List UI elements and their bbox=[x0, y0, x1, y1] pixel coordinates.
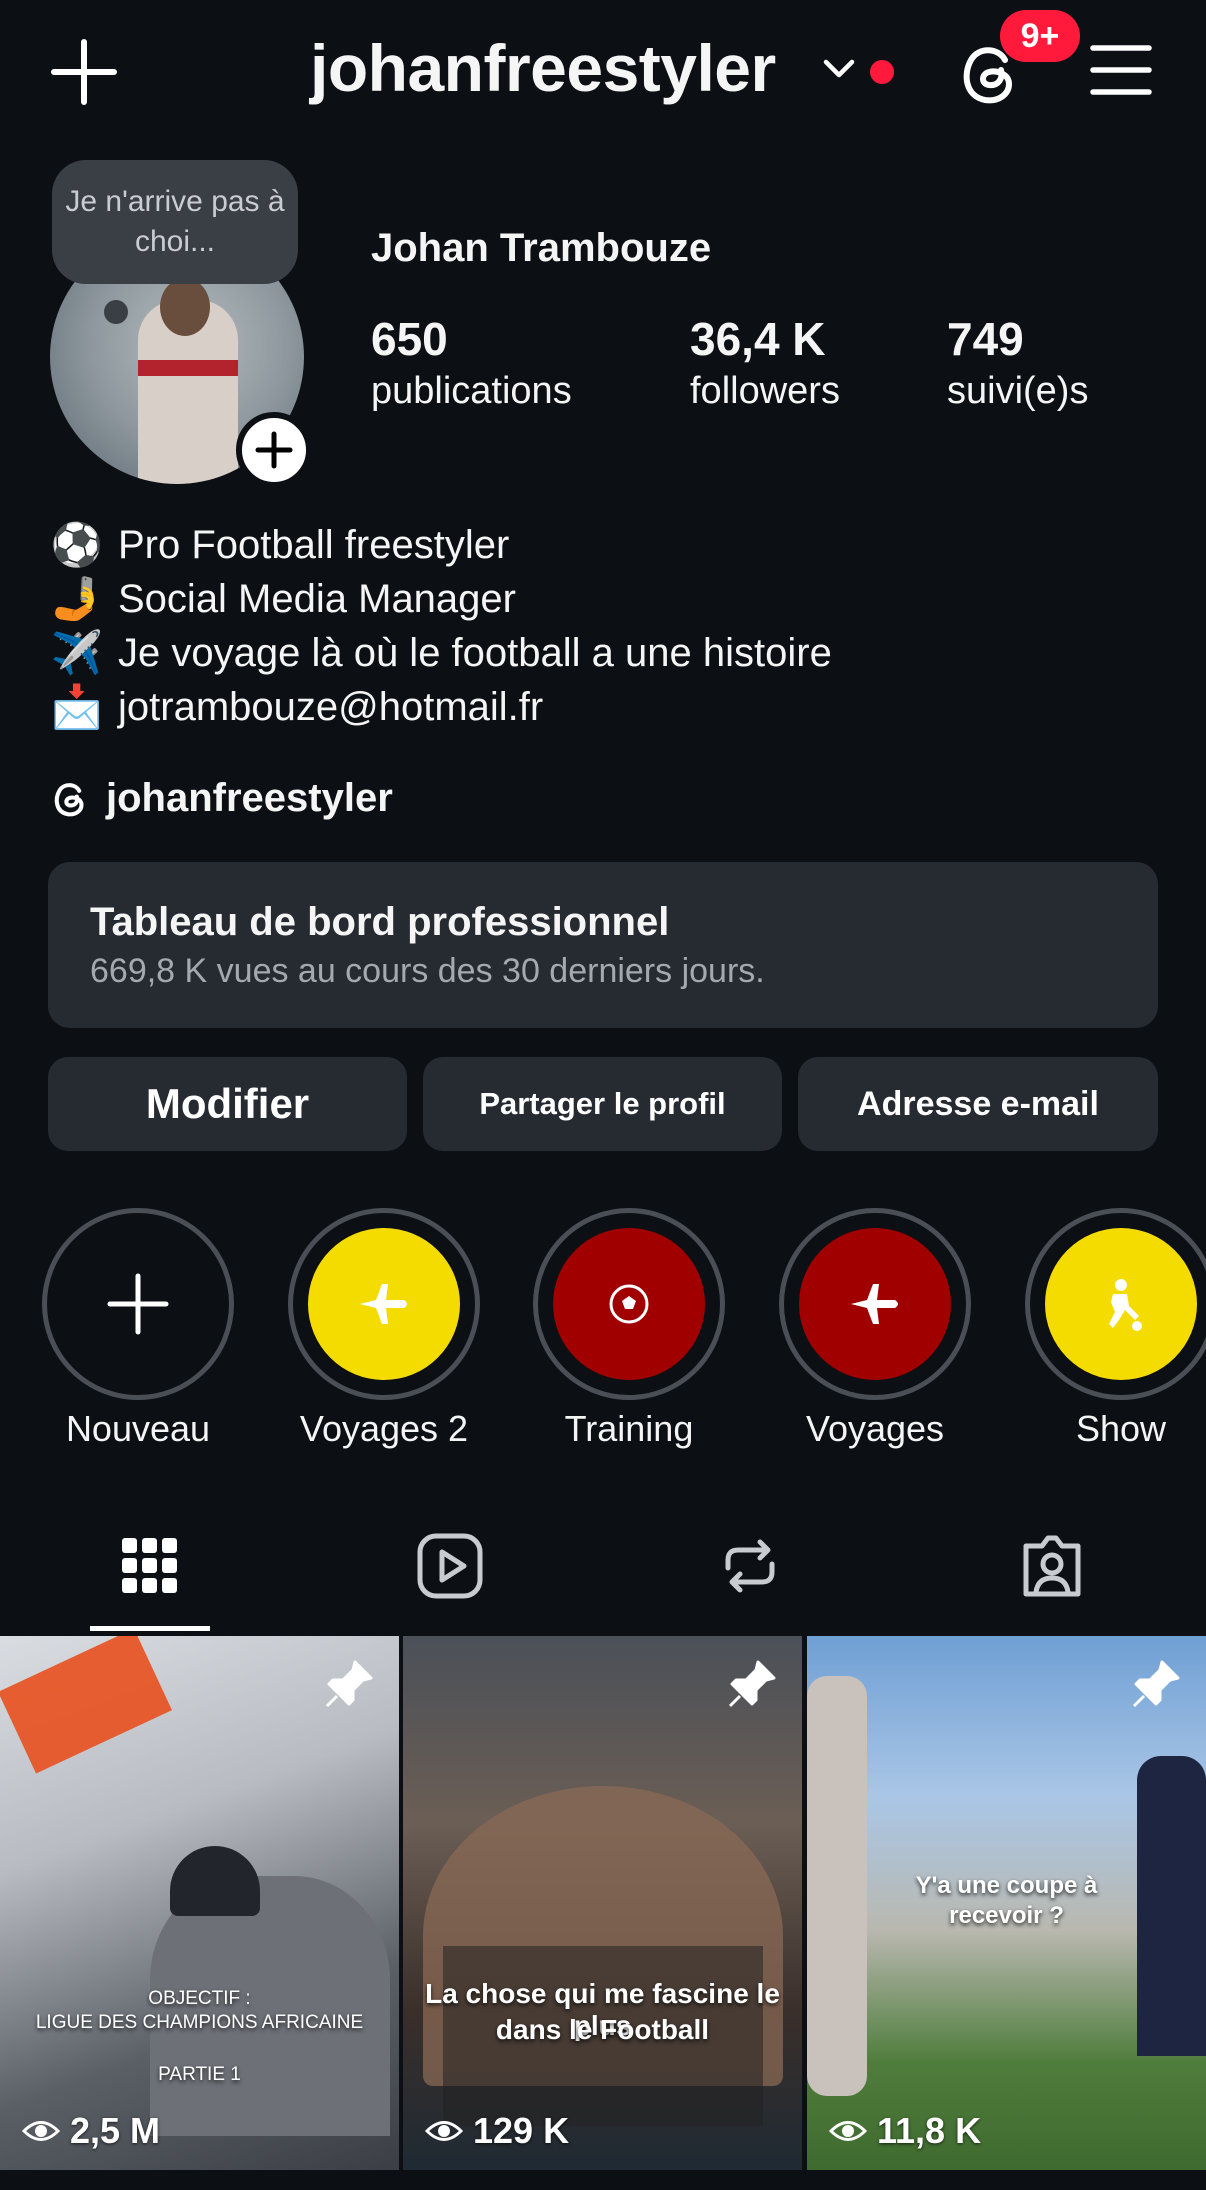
username-title[interactable]: johanfreestyler bbox=[310, 30, 776, 106]
view-count: 2,5 M bbox=[22, 2110, 160, 2152]
airplane-icon bbox=[360, 1284, 407, 1324]
highlight-label: Voyages bbox=[805, 1408, 945, 1449]
highlight-voyages-2[interactable] bbox=[288, 1208, 480, 1400]
post-thumbnail[interactable]: Y'a une coupe à recevoir ? 11,8 K bbox=[807, 1636, 1206, 2170]
highlight-label: Voyages 2 bbox=[299, 1408, 469, 1449]
notification-badge: 9+ bbox=[1000, 10, 1080, 62]
post-caption: OBJECTIF : bbox=[148, 1988, 251, 2009]
bio-text: Pro Football freestyler bbox=[118, 522, 510, 567]
threads-handle[interactable]: johanfreestyler bbox=[106, 776, 393, 821]
selfie-emoji-icon: 🤳 bbox=[50, 574, 104, 622]
post-caption: LIGUE DES CHAMPIONS AFRICAINE bbox=[35, 2012, 364, 2033]
stat-posts-count[interactable]: 650 bbox=[371, 312, 448, 366]
post-thumbnail[interactable]: OBJECTIF : LIGUE DES CHAMPIONS AFRICAINE… bbox=[0, 1636, 399, 2170]
eye-icon bbox=[829, 2121, 867, 2141]
dashboard-subtitle: 669,8 K vues au cours des 30 derniers jo… bbox=[90, 952, 765, 990]
highlight-label: Training bbox=[564, 1408, 694, 1449]
bio-line[interactable]: 📩 jotrambouze@hotmail.fr bbox=[50, 682, 543, 732]
stat-following-label[interactable]: suivi(e)s bbox=[947, 370, 1088, 413]
highlight-voyages[interactable] bbox=[779, 1208, 971, 1400]
pin-icon bbox=[728, 1660, 776, 1708]
add-story-icon[interactable] bbox=[236, 412, 312, 488]
highlight-label: Show bbox=[1075, 1408, 1167, 1449]
airplane-icon bbox=[851, 1284, 898, 1324]
bio-email[interactable]: jotrambouze@hotmail.fr bbox=[118, 685, 543, 730]
bio-text: Social Media Manager bbox=[118, 576, 516, 621]
post-caption: PARTIE 1 bbox=[158, 2064, 241, 2085]
stat-followers-count[interactable]: 36,4 K bbox=[690, 312, 826, 366]
share-profile-button[interactable]: Partager le profil bbox=[423, 1057, 782, 1151]
stat-following-count[interactable]: 749 bbox=[947, 312, 1024, 366]
highlight-show[interactable] bbox=[1025, 1208, 1206, 1400]
bio-line: ⚽ Pro Football freestyler bbox=[50, 520, 509, 570]
envelope-emoji-icon: 📩 bbox=[50, 682, 104, 730]
eye-icon bbox=[425, 2121, 463, 2141]
kicking-player-icon bbox=[1109, 1279, 1142, 1331]
soccer-ball-icon bbox=[609, 1284, 649, 1324]
threads-profile-link[interactable]: johanfreestyler bbox=[50, 776, 393, 821]
post-caption: Y'a une coupe à bbox=[915, 1872, 1098, 1899]
grid-icon[interactable] bbox=[114, 1530, 186, 1602]
email-button[interactable]: Adresse e-mail bbox=[798, 1057, 1158, 1151]
pin-icon bbox=[325, 1660, 373, 1708]
eye-icon bbox=[22, 2121, 60, 2141]
tagged-icon[interactable] bbox=[1016, 1530, 1088, 1602]
create-plus-icon[interactable] bbox=[50, 38, 118, 106]
note-bubble-tail bbox=[104, 300, 128, 324]
hamburger-menu-icon[interactable] bbox=[1090, 42, 1152, 98]
note-bubble[interactable]: Je n'arrive pas à choi... bbox=[52, 160, 298, 284]
dashboard-title: Tableau de bord professionnel bbox=[90, 900, 670, 944]
view-count: 129 K bbox=[425, 2110, 569, 2152]
chevron-down-icon[interactable] bbox=[822, 56, 856, 82]
airplane-emoji-icon: ✈️ bbox=[50, 628, 104, 676]
reels-icon[interactable] bbox=[414, 1530, 486, 1602]
reposts-icon[interactable] bbox=[714, 1530, 786, 1602]
bio-line: ✈️ Je voyage là où le football a une his… bbox=[50, 628, 832, 678]
unread-dot bbox=[870, 60, 894, 84]
stat-posts-label[interactable]: publications bbox=[371, 370, 572, 413]
highlight-training[interactable] bbox=[533, 1208, 725, 1400]
active-tab-indicator bbox=[90, 1626, 210, 1631]
view-count: 11,8 K bbox=[829, 2110, 981, 2152]
pin-icon bbox=[1132, 1660, 1180, 1708]
highlight-label: Nouveau bbox=[65, 1408, 211, 1449]
soccer-ball-emoji-icon: ⚽ bbox=[50, 520, 104, 568]
post-caption: dans le Football bbox=[495, 2014, 710, 2045]
highlight-new[interactable] bbox=[42, 1208, 234, 1400]
post-caption: recevoir ? bbox=[949, 1902, 1064, 1929]
plus-icon bbox=[107, 1273, 169, 1335]
threads-icon bbox=[54, 782, 84, 816]
edit-profile-button[interactable]: Modifier bbox=[48, 1057, 407, 1151]
stat-followers-label[interactable]: followers bbox=[690, 370, 840, 413]
bio-line: 🤳 Social Media Manager bbox=[50, 574, 516, 624]
bio-text: Je voyage là où le football a une histoi… bbox=[118, 630, 832, 675]
professional-dashboard-card[interactable] bbox=[48, 862, 1158, 1028]
display-name: Johan Trambouze bbox=[371, 226, 712, 270]
post-thumbnail[interactable]: La chose qui me fascine le plus dans le … bbox=[403, 1636, 802, 2170]
